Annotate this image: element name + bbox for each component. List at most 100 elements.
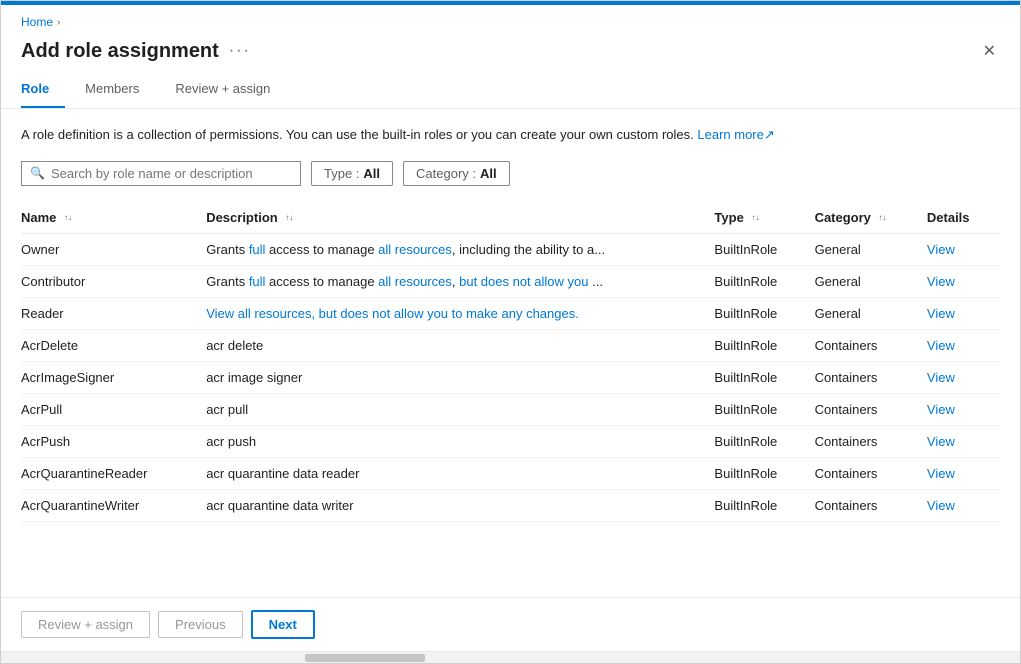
bottom-scrollbar-thumb [305, 654, 425, 662]
cell-details: View [927, 489, 1000, 521]
cell-category: Containers [815, 457, 927, 489]
cell-details: View [927, 457, 1000, 489]
cell-name: AcrDelete [21, 329, 206, 361]
cell-details: View [927, 297, 1000, 329]
tab-members[interactable]: Members [85, 73, 155, 108]
view-link[interactable]: View [927, 338, 955, 353]
search-input[interactable] [51, 166, 292, 181]
view-link[interactable]: View [927, 274, 955, 289]
type-sort-icon: ↑↓ [751, 214, 759, 222]
cell-details: View [927, 329, 1000, 361]
cell-details: View [927, 233, 1000, 265]
table-row[interactable]: AcrPullacr pullBuiltInRoleContainersView [21, 393, 1000, 425]
review-assign-button[interactable]: Review + assign [21, 611, 150, 638]
view-link[interactable]: View [927, 402, 955, 417]
page-title: Add role assignment [21, 40, 219, 63]
cell-category: Containers [815, 361, 927, 393]
tab-bar: Role Members Review + assign [1, 73, 1020, 109]
cell-type: BuiltInRole [714, 425, 814, 457]
breadcrumb-home[interactable]: Home [21, 15, 53, 29]
table-row[interactable]: AcrImageSigneracr image signerBuiltInRol… [21, 361, 1000, 393]
cell-category: General [815, 297, 927, 329]
view-link[interactable]: View [927, 434, 955, 449]
cell-name: Contributor [21, 265, 206, 297]
col-header-details: Details [927, 202, 1000, 234]
filters-bar: 🔍 Type : All Category : All [21, 161, 1000, 186]
page-header: Add role assignment ··· ✕ [1, 33, 1020, 73]
search-icon: 🔍 [30, 166, 45, 180]
cell-category: Containers [815, 393, 927, 425]
category-filter-value: All [480, 166, 497, 181]
breadcrumb-separator: › [57, 17, 60, 28]
table-row[interactable]: AcrQuarantineReaderacr quarantine data r… [21, 457, 1000, 489]
cell-name: Reader [21, 297, 206, 329]
col-header-category[interactable]: Category ↑↓ [815, 202, 927, 234]
view-link[interactable]: View [927, 306, 955, 321]
type-filter-label: Type : [324, 166, 359, 181]
cell-category: Containers [815, 425, 927, 457]
category-sort-icon: ↑↓ [879, 214, 887, 222]
cell-name: AcrQuarantineWriter [21, 489, 206, 521]
previous-button[interactable]: Previous [158, 611, 243, 638]
cell-details: View [927, 393, 1000, 425]
cell-type: BuiltInRole [714, 489, 814, 521]
cell-type: BuiltInRole [714, 297, 814, 329]
roles-table: Name ↑↓ Description ↑↓ Type ↑↓ Categor [21, 202, 1000, 522]
bottom-scrollbar[interactable] [1, 651, 1020, 663]
tab-review-assign[interactable]: Review + assign [175, 73, 286, 108]
roles-table-container: Name ↑↓ Description ↑↓ Type ↑↓ Categor [21, 202, 1000, 522]
table-row[interactable]: OwnerGrants full access to manage all re… [21, 233, 1000, 265]
table-row[interactable]: AcrPushacr pushBuiltInRoleContainersView [21, 425, 1000, 457]
cell-description: acr image signer [206, 361, 714, 393]
table-row[interactable]: ContributorGrants full access to manage … [21, 265, 1000, 297]
name-sort-icon: ↑↓ [64, 214, 72, 222]
view-link[interactable]: View [927, 466, 955, 481]
cell-description: acr quarantine data writer [206, 489, 714, 521]
cell-type: BuiltInRole [714, 329, 814, 361]
view-link[interactable]: View [927, 242, 955, 257]
view-link[interactable]: View [927, 498, 955, 513]
close-button[interactable]: ✕ [979, 37, 1000, 65]
cell-details: View [927, 425, 1000, 457]
cell-description: acr quarantine data reader [206, 457, 714, 489]
table-row[interactable]: ReaderView all resources, but does not a… [21, 297, 1000, 329]
col-header-name[interactable]: Name ↑↓ [21, 202, 206, 234]
next-button[interactable]: Next [251, 610, 315, 639]
more-options-icon[interactable]: ··· [229, 42, 251, 60]
content-area: A role definition is a collection of per… [1, 109, 1020, 597]
cell-category: Containers [815, 489, 927, 521]
cell-category: General [815, 233, 927, 265]
col-header-description[interactable]: Description ↑↓ [206, 202, 714, 234]
table-row[interactable]: AcrQuarantineWriteracr quarantine data w… [21, 489, 1000, 521]
type-filter-button[interactable]: Type : All [311, 161, 393, 186]
header-left: Add role assignment ··· [21, 40, 251, 63]
cell-details: View [927, 361, 1000, 393]
table-header-row: Name ↑↓ Description ↑↓ Type ↑↓ Categor [21, 202, 1000, 234]
cell-name: AcrPull [21, 393, 206, 425]
cell-description: acr push [206, 425, 714, 457]
cell-description: Grants full access to manage all resourc… [206, 265, 714, 297]
view-link[interactable]: View [927, 370, 955, 385]
cell-type: BuiltInRole [714, 393, 814, 425]
main-window: Home › Add role assignment ··· ✕ Role Me… [0, 0, 1021, 664]
cell-name: AcrImageSigner [21, 361, 206, 393]
cell-details: View [927, 265, 1000, 297]
table-row[interactable]: AcrDeleteacr deleteBuiltInRoleContainers… [21, 329, 1000, 361]
cell-name: Owner [21, 233, 206, 265]
cell-category: Containers [815, 329, 927, 361]
table-body: OwnerGrants full access to manage all re… [21, 233, 1000, 521]
col-header-type[interactable]: Type ↑↓ [714, 202, 814, 234]
category-filter-button[interactable]: Category : All [403, 161, 510, 186]
breadcrumb: Home › [1, 5, 1020, 33]
search-box: 🔍 [21, 161, 301, 186]
cell-type: BuiltInRole [714, 457, 814, 489]
cell-category: General [815, 265, 927, 297]
learn-more-link[interactable]: Learn more↗ [697, 127, 774, 142]
cell-description: View all resources, but does not allow y… [206, 297, 714, 329]
cell-description: Grants full access to manage all resourc… [206, 233, 714, 265]
description-text: A role definition is a collection of per… [21, 125, 1000, 145]
type-filter-value: All [363, 166, 380, 181]
tab-role[interactable]: Role [21, 73, 65, 108]
description-sort-icon: ↑↓ [285, 214, 293, 222]
cell-description: acr delete [206, 329, 714, 361]
